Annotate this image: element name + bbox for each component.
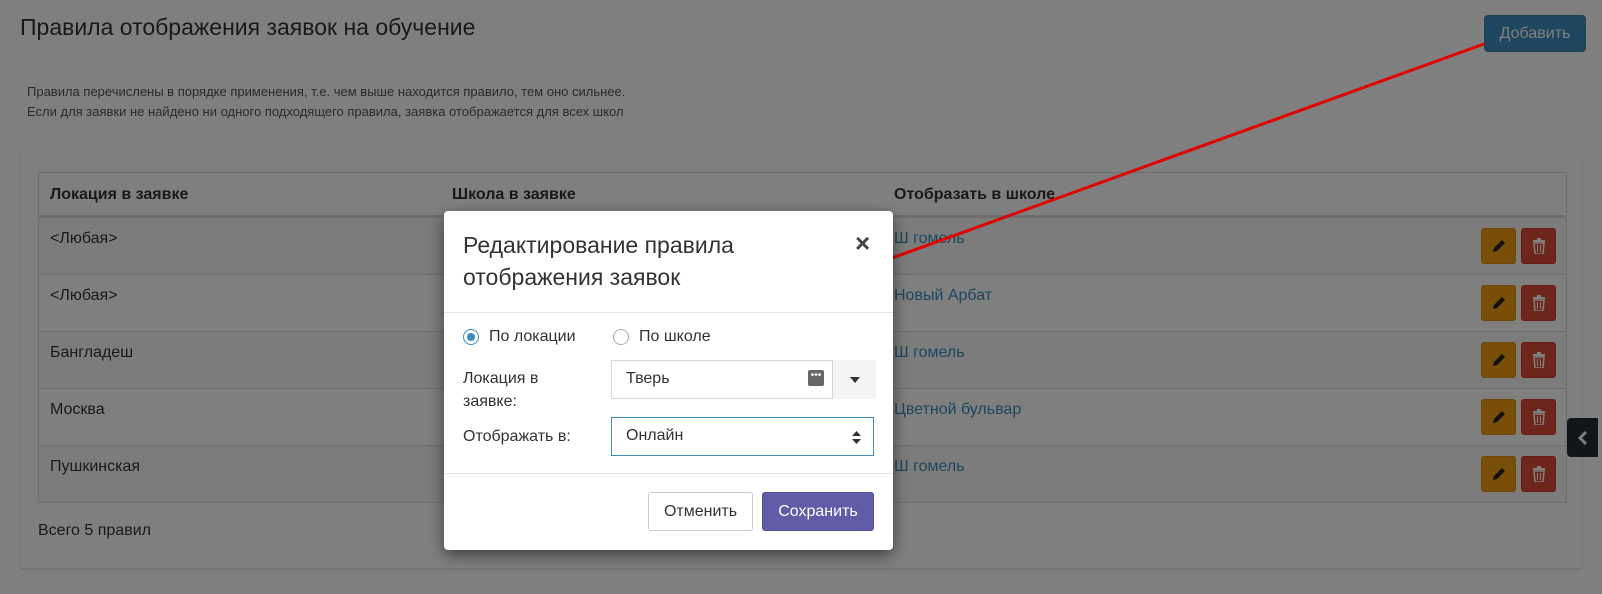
display-label: Отображать в: [463, 428, 571, 445]
display-select[interactable]: Онлайн [611, 417, 874, 456]
location-label: Локация в заявке: [463, 370, 539, 410]
radio-by-school-label: По школе [639, 328, 711, 345]
caret-down-icon [849, 376, 860, 383]
edit-rule-modal: Редактирование правила отображения заяво… [444, 211, 893, 550]
radio-by-location[interactable]: По локации [463, 328, 576, 346]
cancel-button[interactable]: Отменить [648, 492, 753, 531]
location-dropdown-button[interactable] [832, 360, 876, 399]
radio-by-location-label: По локации [489, 328, 576, 345]
radio-checked-icon[interactable] [463, 329, 479, 345]
ellipsis-icon[interactable]: ••• [808, 370, 824, 386]
radio-by-school[interactable]: По школе [613, 328, 711, 346]
display-value: Онлайн [626, 427, 684, 444]
location-select[interactable]: Тверь ••• [611, 360, 876, 399]
modal-header: Редактирование правила отображения заяво… [444, 211, 893, 313]
location-value: Тверь [626, 370, 670, 387]
save-button[interactable]: Сохранить [762, 492, 874, 531]
sort-icon [852, 431, 861, 444]
close-icon[interactable]: × [855, 228, 870, 258]
radio-unchecked-icon[interactable] [613, 329, 629, 345]
modal-title: Редактирование правила отображения заяво… [463, 232, 734, 290]
modal-footer: Отменить Сохранить [444, 473, 893, 550]
